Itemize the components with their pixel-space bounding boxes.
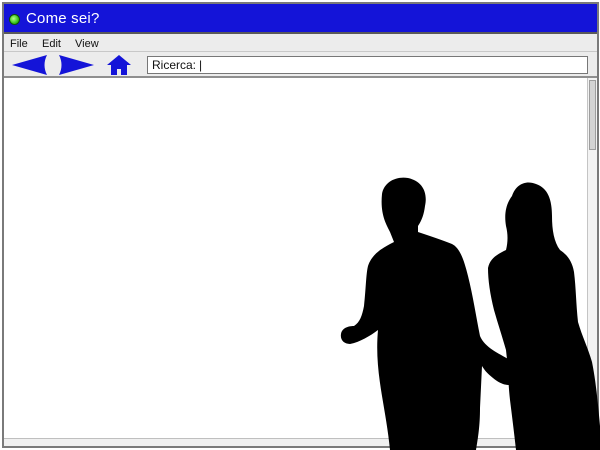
text-caret: | — [199, 58, 203, 72]
right-arrow-icon — [59, 55, 94, 75]
home-button[interactable] — [106, 54, 132, 76]
search-input[interactable] — [206, 58, 587, 72]
forward-button[interactable] — [59, 54, 95, 76]
menu-bar: File Edit View — [4, 34, 597, 52]
window-title: Come sei? — [26, 10, 100, 27]
menu-view[interactable]: View — [75, 38, 99, 50]
woman-silhouette — [488, 182, 600, 450]
left-arrow-icon — [12, 55, 47, 75]
menu-file[interactable]: File — [10, 38, 28, 50]
status-dot-icon — [9, 14, 20, 25]
search-field[interactable]: Ricerca: | — [147, 56, 588, 74]
people-silhouette-image — [340, 177, 600, 450]
menu-edit[interactable]: Edit — [42, 38, 61, 50]
title-bar: Come sei? — [4, 4, 597, 34]
back-button[interactable] — [11, 54, 47, 76]
man-silhouette — [340, 177, 518, 450]
vertical-scroll-thumb[interactable] — [589, 80, 596, 150]
house-icon — [107, 55, 131, 75]
toolbar: Ricerca: | — [4, 52, 597, 78]
search-label: Ricerca: — [152, 58, 197, 72]
